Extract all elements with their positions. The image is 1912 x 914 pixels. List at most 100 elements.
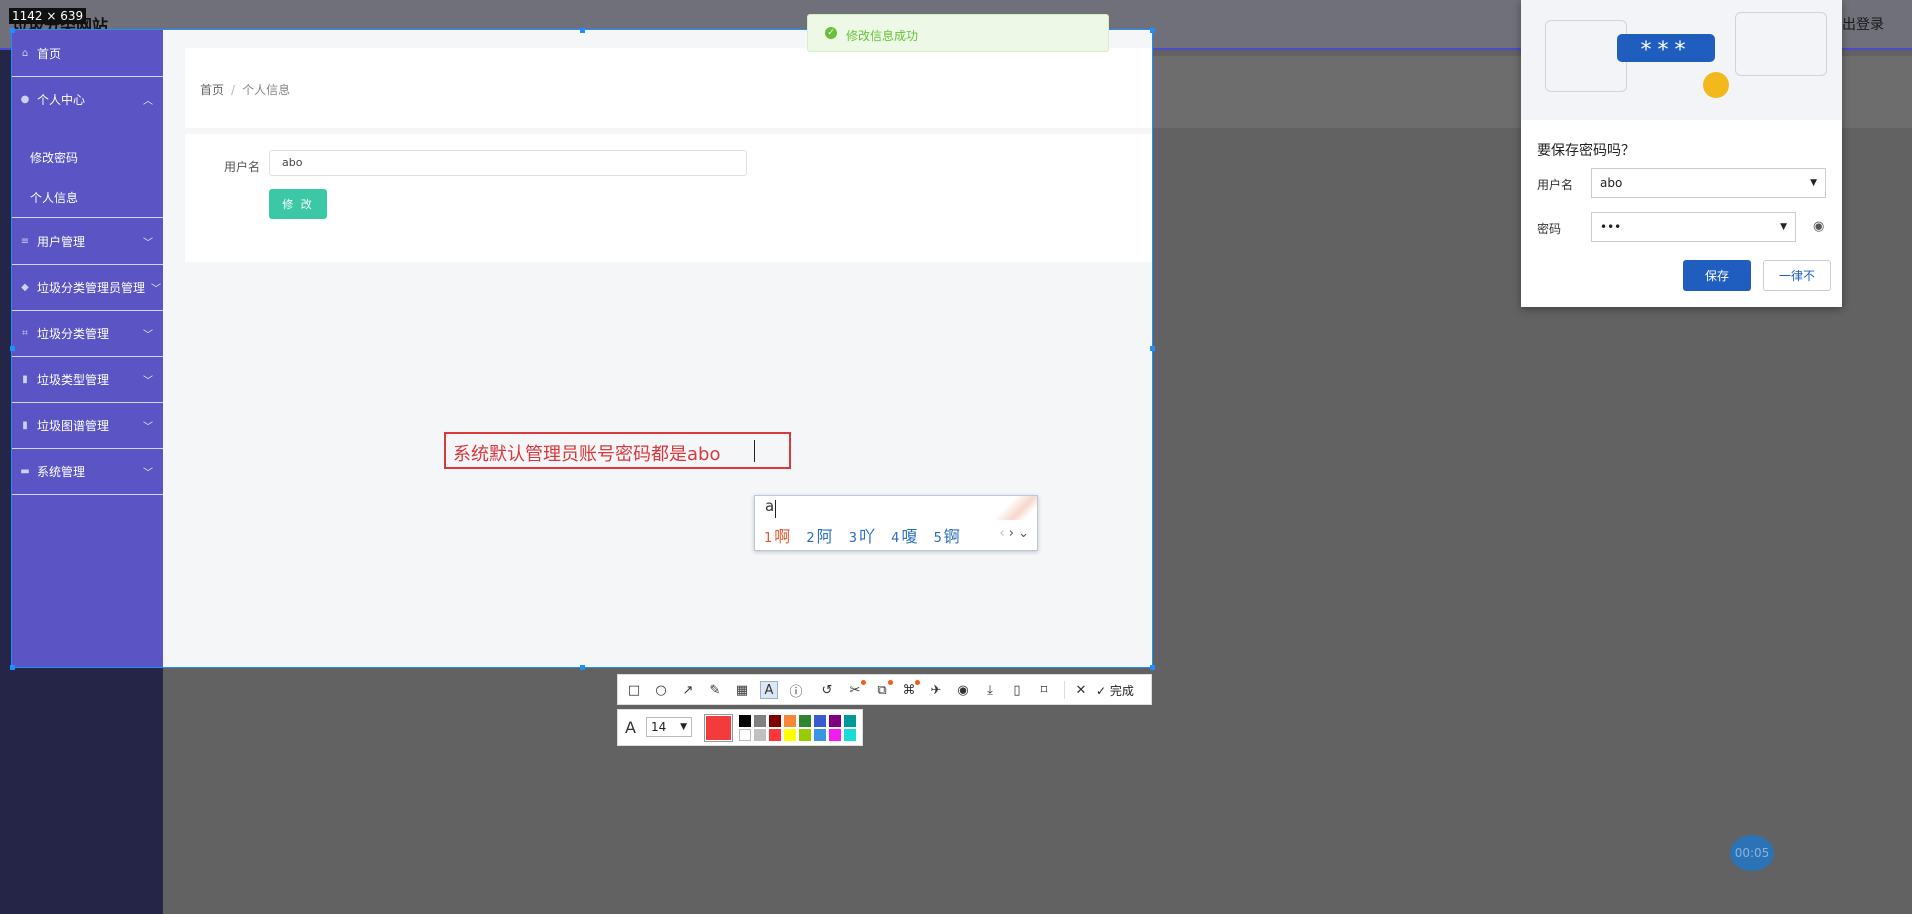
ime-candidates: 1啊 2阿 3吖 4嗄 5锕 <box>764 523 971 547</box>
pin-icon[interactable]: ✈ <box>928 682 944 698</box>
sidebar-item-type-management[interactable]: ▮ 垃圾类型管理 ﹀ <box>12 356 163 403</box>
text-tool-icon[interactable]: A <box>760 681 778 699</box>
caret-down-icon: ▼ <box>1810 178 1817 188</box>
color-swatch[interactable] <box>739 715 751 727</box>
ime-page-arrows[interactable]: ‹ › ⌄ <box>999 526 1029 541</box>
save-password-button[interactable]: 保存 <box>1683 260 1751 291</box>
ellipse-tool-icon[interactable]: ○ <box>653 682 669 698</box>
sidebar-item-system-management[interactable]: ▬ 系统管理 ﹀ <box>12 448 163 495</box>
breadcrumb-panel: 首页 / 个人信息 <box>185 48 1152 128</box>
check-icon: ✓ <box>1096 684 1107 698</box>
chevron-down-icon: ﹀ <box>151 283 161 295</box>
chevron-down-icon[interactable]: ⌄ <box>1018 526 1029 541</box>
key-icon <box>1703 72 1729 98</box>
trash-icon: ▮ <box>22 419 28 431</box>
mosaic-tool-icon[interactable]: ▦ <box>734 682 750 698</box>
current-color-swatch[interactable] <box>704 714 733 742</box>
shield-icon: ◆ <box>21 281 29 293</box>
sidebar-item-label: 首页 <box>37 46 62 61</box>
resize-handle[interactable] <box>10 28 15 33</box>
bookmark-icon[interactable]: ⌑ <box>1036 682 1052 698</box>
text-caret <box>754 440 755 462</box>
color-swatch[interactable] <box>754 715 766 727</box>
sidebar-item-home[interactable]: ⌂ 首页 <box>12 30 163 77</box>
modify-button[interactable]: 修 改 <box>269 189 327 219</box>
color-swatch[interactable] <box>829 729 841 741</box>
profile-form: 用户名 abo 修 改 <box>185 134 1152 262</box>
record-icon[interactable]: ◉ <box>955 682 971 698</box>
ime-composition: a <box>765 497 775 515</box>
list-icon: ≡ <box>20 235 30 247</box>
sidebar-subitem-personal-info[interactable]: 个人信息 <box>12 178 163 218</box>
ime-candidate[interactable]: 4嗄 <box>891 527 917 546</box>
color-swatch[interactable] <box>844 715 856 727</box>
color-swatch[interactable] <box>739 729 751 741</box>
sidebar-item-label: 垃圾分类管理员管理 <box>37 280 146 295</box>
recording-timer[interactable]: 00:05 <box>1730 835 1774 871</box>
ime-candidate[interactable]: 2阿 <box>806 527 832 546</box>
color-swatch[interactable] <box>769 715 781 727</box>
undo-icon[interactable]: ↺ <box>819 682 835 698</box>
color-swatch[interactable] <box>799 715 811 727</box>
crop-icon: ⌗ <box>22 327 28 339</box>
eye-icon[interactable]: ◉ <box>1813 219 1824 234</box>
sidebar-item-user-management[interactable]: ≡ 用户管理 ﹀ <box>12 218 163 265</box>
resize-handle[interactable] <box>10 346 15 351</box>
resize-handle[interactable] <box>580 28 585 33</box>
arrow-tool-icon[interactable]: ↗ <box>680 682 696 698</box>
phone-icon[interactable]: ▯ <box>1009 682 1025 698</box>
done-button[interactable]: ✓ 完成 <box>1096 682 1134 699</box>
ime-candidate[interactable]: 1啊 <box>764 527 790 546</box>
erase-tool-icon[interactable]: ✂ <box>847 680 866 698</box>
color-swatch[interactable] <box>754 729 766 741</box>
ocr-tool-icon[interactable]: ⌘ <box>901 680 920 698</box>
sidebar-item-label: 系统管理 <box>37 464 86 479</box>
caret-down-icon: ▼ <box>1780 222 1787 232</box>
resize-handle[interactable] <box>1150 665 1155 670</box>
resize-handle[interactable] <box>580 665 585 670</box>
ime-candidate-window: a 1啊 2阿 3吖 4嗄 5锕 ‹ › ⌄ <box>754 495 1038 551</box>
color-swatch[interactable] <box>844 729 856 741</box>
rectangle-tool-icon[interactable]: □ <box>626 682 642 698</box>
color-swatch[interactable] <box>784 715 796 727</box>
color-swatch[interactable] <box>799 729 811 741</box>
color-swatch[interactable] <box>784 729 796 741</box>
sidebar-item-atlas-management[interactable]: ▮ 垃圾图谱管理 ﹀ <box>12 402 163 449</box>
color-swatch[interactable] <box>829 715 841 727</box>
capture-toolbar: □ ○ ↗ ✎ ▦ A ⓘ ↺ ✂ ⧉ ⌘ ✈ ◉ ⤓ ▯ ⌑ ✕ ✓ 完成 <box>617 674 1152 705</box>
resize-handle[interactable] <box>10 665 15 670</box>
translate-tool-icon[interactable]: ⧉ <box>874 680 893 698</box>
username-select[interactable]: abo ▼ <box>1591 168 1826 198</box>
sidebar-item-label: 垃圾图谱管理 <box>37 418 110 433</box>
text-annotation-box[interactable]: 系统默认管理员账号密码都是abo <box>444 432 791 469</box>
pen-tool-icon[interactable]: ✎ <box>707 682 723 698</box>
chevron-left-icon[interactable]: ‹ <box>999 526 1004 541</box>
sidebar-item-classification-management[interactable]: ⌗ 垃圾分类管理 ﹀ <box>12 310 163 357</box>
ime-candidate[interactable]: 5锕 <box>934 527 960 546</box>
chevron-right-icon[interactable]: › <box>1009 526 1014 541</box>
sidebar-subitem-change-password[interactable]: 修改密码 <box>12 138 163 178</box>
capture-region[interactable]: ⌂ 首页 ● 个人中心 ︿ 修改密码 个人信息 ≡ 用户管理 ﹀ ◆ 垃圾分类管… <box>11 29 1153 668</box>
sidebar-item-admin-management[interactable]: ◆ 垃圾分类管理员管理 ﹀ <box>12 264 163 311</box>
breadcrumb: 首页 / 个人信息 <box>200 83 291 97</box>
trash-icon: ▮ <box>22 373 28 385</box>
ime-candidate[interactable]: 3吖 <box>849 527 875 546</box>
font-size-select[interactable]: 14 ▼ <box>646 717 692 737</box>
username-input[interactable]: abo <box>269 150 747 176</box>
sidebar-item-label: 垃圾类型管理 <box>37 372 110 387</box>
password-select[interactable]: ••• ▼ <box>1591 212 1796 242</box>
breadcrumb-home[interactable]: 首页 <box>200 83 224 97</box>
number-tool-icon[interactable]: ⓘ <box>788 682 804 700</box>
color-swatch[interactable] <box>814 715 826 727</box>
close-icon[interactable]: ✕ <box>1073 682 1089 698</box>
never-save-button[interactable]: 一律不 <box>1763 260 1831 291</box>
resize-handle[interactable] <box>1150 28 1155 33</box>
home-icon: ⌂ <box>21 47 29 59</box>
color-swatch[interactable] <box>814 729 826 741</box>
password-illustration: *** <box>1521 0 1842 120</box>
sidebar-item-personal-center[interactable]: ● 个人中心 ︿ <box>12 76 163 122</box>
color-swatch[interactable] <box>769 729 781 741</box>
resize-handle[interactable] <box>1150 346 1155 351</box>
sidebar: ⌂ 首页 ● 个人中心 ︿ 修改密码 个人信息 ≡ 用户管理 ﹀ ◆ 垃圾分类管… <box>12 30 163 667</box>
download-icon[interactable]: ⤓ <box>982 682 998 698</box>
